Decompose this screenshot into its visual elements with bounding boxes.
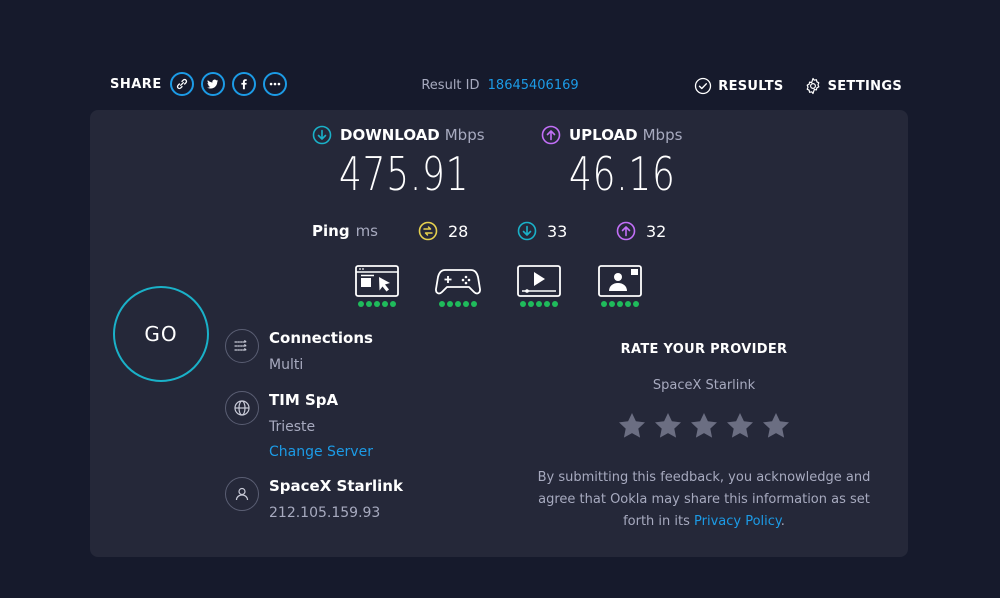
rating-dot <box>358 301 364 307</box>
rating-dot <box>520 301 526 307</box>
provider-ip: 212.105.159.93 <box>269 505 381 521</box>
rating-dot <box>536 301 542 307</box>
rating-dot <box>366 301 372 307</box>
rating-dot <box>625 301 631 307</box>
server-location: Trieste <box>269 419 316 435</box>
change-server-link[interactable]: Change Server <box>269 444 373 460</box>
provider-title: SpaceX Starlink <box>269 477 403 495</box>
globe-icon <box>225 391 259 425</box>
rating-dot <box>609 301 615 307</box>
rating-dot <box>463 301 469 307</box>
feedback-disclaimer: By submitting this feedback, you acknowl… <box>530 467 878 533</box>
disclaimer-period: . <box>780 514 785 529</box>
ping-download: 33 <box>517 221 567 241</box>
result-id-link[interactable]: 18645406169 <box>488 78 579 93</box>
rating-dot <box>633 301 639 307</box>
connections-title: Connections <box>269 329 373 347</box>
download-metric: DOWNLOAD Mbps 475.91 <box>312 125 506 201</box>
rating-dot <box>382 301 388 307</box>
rating-dot <box>439 301 445 307</box>
rating-dot <box>390 301 396 307</box>
user-icon <box>225 477 259 511</box>
download-label: DOWNLOAD <box>340 126 440 144</box>
usecase-gaming[interactable] <box>435 264 481 307</box>
download-arrow-icon <box>312 125 332 145</box>
star-icon[interactable] <box>725 411 755 441</box>
video-call-rating <box>597 301 643 307</box>
gaming-icon <box>435 269 481 295</box>
upload-label: UPLOAD <box>569 126 638 144</box>
settings-label: SETTINGS <box>827 78 902 94</box>
connections-value[interactable]: Multi <box>269 357 303 373</box>
settings-button[interactable]: SETTINGS <box>804 77 902 95</box>
rating-dot <box>471 301 477 307</box>
rating-dot <box>617 301 623 307</box>
result-card: DOWNLOAD Mbps 475.91 UPLOAD Mbps 46.16 P… <box>90 110 908 557</box>
star-icon[interactable] <box>761 411 791 441</box>
rate-title: RATE YOUR PROVIDER <box>620 342 788 357</box>
rating-dot <box>374 301 380 307</box>
ping-idle: 28 <box>418 221 468 241</box>
rating-dot <box>447 301 453 307</box>
web-browsing-rating <box>354 301 400 307</box>
ping-unit: ms <box>355 222 378 240</box>
ping-upload-value: 32 <box>646 221 667 241</box>
rating-dot <box>528 301 534 307</box>
rating-dot <box>552 301 558 307</box>
ping-label-group: Ping ms <box>312 222 378 240</box>
gear-icon <box>806 77 819 95</box>
results-label: RESULTS <box>718 78 784 94</box>
upload-arrow-icon <box>541 125 561 145</box>
ping-upload: 32 <box>616 221 666 241</box>
upload-value: 46.16 <box>569 147 676 201</box>
results-button[interactable]: RESULTS <box>694 77 783 95</box>
connections-icon <box>225 329 259 363</box>
ping-label: Ping <box>312 222 350 240</box>
usecase-web-browsing[interactable] <box>354 264 400 307</box>
rating-dot <box>601 301 607 307</box>
top-bar: SHARE Result ID 18645406169 RESULTS SETT… <box>0 0 1000 110</box>
rate-provider-panel: RATE YOUR PROVIDER SpaceX Starlink By su… <box>530 342 878 533</box>
star-icon[interactable] <box>689 411 719 441</box>
server-title: TIM SpA <box>269 391 339 409</box>
privacy-policy-link[interactable]: Privacy Policy <box>694 514 781 529</box>
streaming-icon <box>517 265 561 297</box>
top-actions: RESULTS SETTINGS <box>674 77 902 95</box>
go-button[interactable]: GO <box>113 286 209 382</box>
rating-dot <box>455 301 461 307</box>
streaming-rating <box>516 301 562 307</box>
star-icon[interactable] <box>617 411 647 441</box>
star-icon[interactable] <box>653 411 683 441</box>
download-unit: Mbps <box>444 126 485 144</box>
result-id-label: Result ID <box>421 78 480 93</box>
web-browsing-icon <box>355 265 399 297</box>
usecase-video-call[interactable] <box>597 264 643 307</box>
idle-latency-icon <box>418 221 438 241</box>
upload-latency-icon <box>616 221 636 241</box>
download-latency-icon <box>517 221 537 241</box>
ping-idle-value: 28 <box>448 221 469 241</box>
check-circle-icon <box>695 77 712 95</box>
download-value: 475.91 <box>339 147 470 201</box>
gaming-rating <box>435 301 481 307</box>
ping-download-value: 33 <box>547 221 568 241</box>
rate-provider-name: SpaceX Starlink <box>652 378 756 393</box>
rating-dot <box>544 301 550 307</box>
upload-metric: UPLOAD Mbps 46.16 <box>541 125 706 201</box>
video-call-icon <box>598 265 642 297</box>
upload-unit: Mbps <box>642 126 683 144</box>
usecase-streaming[interactable] <box>516 264 562 307</box>
star-rating <box>530 411 878 441</box>
